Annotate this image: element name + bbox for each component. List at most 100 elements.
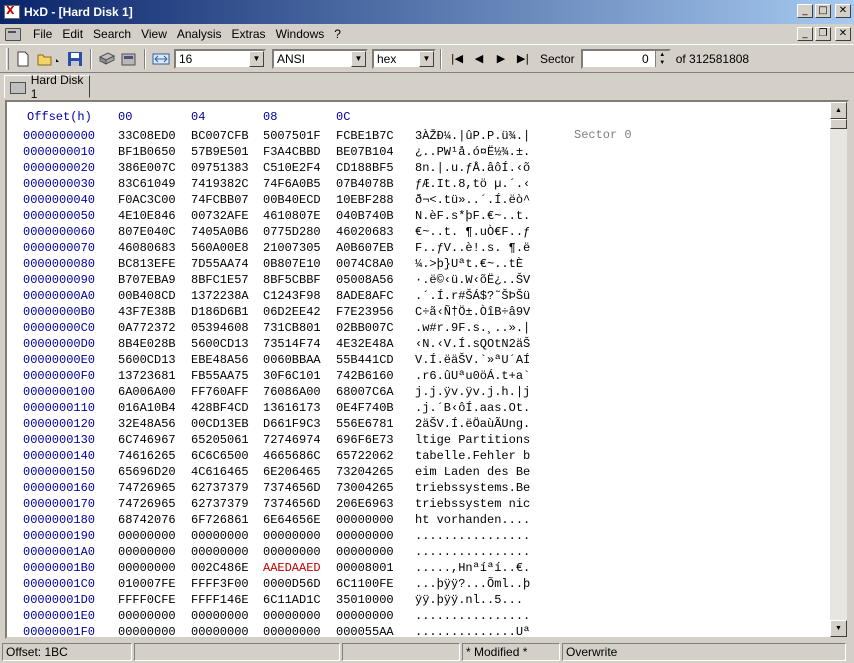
hex-bytes[interactable]: FB55AA75 [191,368,249,384]
text-bytes[interactable]: .w#r.9F.s.¸..».| [415,320,530,336]
text-bytes[interactable]: V.Í.ëäŠV.`»ªU´AÍ [415,352,530,368]
hex-bytes[interactable]: 00000000 [336,544,394,560]
hex-bytes[interactable]: 06D2EE42 [263,304,321,320]
text-bytes[interactable]: j.j.ÿv.ÿv.j.h.|j [415,384,530,400]
hex-row[interactable]: 0000000100 6A006A00 FF760AFF 76086A00 68007C… [7,384,807,400]
hex-row[interactable]: 00000000B0 43F7E38B D186D6B1 06D2EE42 F7E239… [7,304,807,320]
hex-bytes[interactable]: 00000000 [263,544,321,560]
hex-bytes[interactable]: 0060BBAA [263,352,321,368]
hex-bytes[interactable]: 0775D280 [263,224,321,240]
hex-bytes[interactable]: 6E64656E [263,512,321,528]
hex-bytes[interactable]: F0AC3C00 [118,192,176,208]
hex-bytes[interactable]: 65205061 [191,432,249,448]
hex-bytes[interactable]: 8BF5CBBF [263,272,321,288]
hex-row[interactable]: 00000000C0 0A772372 05394608 731CB801 02BB00… [7,320,807,336]
hex-bytes[interactable]: 4E32E48A [336,336,394,352]
hex-bytes[interactable]: 0B807E10 [263,256,321,272]
hex-bytes[interactable]: 7374656D [263,480,321,496]
hex-row[interactable]: 0000000180 68742076 6F726861 6E64656E 000000… [7,512,807,528]
menu-edit[interactable]: Edit [57,27,88,41]
hex-bytes[interactable]: 5007501F [263,128,321,144]
hex-bytes[interactable]: 00000000 [263,528,321,544]
hex-bytes[interactable]: 6C11AD1C [263,592,321,608]
last-sector-icon[interactable]: ▶| [512,48,534,70]
toolbar-grip[interactable] [6,47,9,70]
hex-bytes[interactable]: 83C61049 [118,176,176,192]
hex-bytes[interactable]: 206E6963 [336,496,394,512]
hex-bytes[interactable]: 07B4078B [336,176,394,192]
menu-search[interactable]: Search [88,27,136,41]
hex-row[interactable]: 00000000D0 8B4E028B 5600CD13 73514F74 4E32E4… [7,336,807,352]
hex-bytes[interactable]: FFFF146E [191,592,249,608]
text-bytes[interactable]: ..............Uª [415,624,530,637]
hex-row[interactable]: 0000000050 4E10E846 00732AFE 4610807E 040B74… [7,208,807,224]
text-bytes[interactable]: 8n.|.u.ƒÅ.âôÍ.‹õ [415,160,530,176]
document-icon[interactable] [4,26,22,42]
hex-bytes[interactable]: 00000000 [191,544,249,560]
hex-row[interactable]: 0000000190 00000000 00000000 00000000 000000… [7,528,807,544]
menu-analysis[interactable]: Analysis [172,27,227,41]
hex-bytes[interactable]: 807E040C [118,224,176,240]
hex-row[interactable]: 0000000020 386E007C 09751383 C510E2F4 CD188B… [7,160,807,176]
hex-bytes[interactable]: 00008001 [336,560,394,576]
hex-editor[interactable]: Offset(h) 00 04 08 0C Sector 0 000000000… [5,100,849,639]
hex-bytes[interactable]: CD188BF5 [336,160,394,176]
chevron-down-icon[interactable]: ▼ [351,50,366,67]
hex-bytes[interactable]: 46020683 [336,224,394,240]
hex-bytes[interactable]: 00732AFE [191,208,249,224]
hex-bytes[interactable]: 13616173 [263,400,321,416]
hex-bytes[interactable]: 7405A0B6 [191,224,249,240]
hex-bytes[interactable]: BF1B0650 [118,144,176,160]
doc-close-button[interactable]: ✕ [835,27,851,41]
text-bytes[interactable]: ¼.>þ}Uªt.€~..tÈ [415,256,530,272]
hex-bytes[interactable]: 8BFC1E57 [191,272,249,288]
hex-bytes[interactable]: 62737379 [191,480,249,496]
hex-bytes[interactable]: 6A006A00 [118,384,176,400]
hex-row[interactable]: 0000000030 83C61049 7419382C 74F6A0B5 07B407… [7,176,807,192]
hex-row[interactable]: 0000000160 74726965 62737379 7374656D 730042… [7,480,807,496]
text-bytes[interactable]: .j.´B‹ôÍ.aas.Ot. [415,400,530,416]
text-bytes[interactable]: ................ [415,528,530,544]
scroll-down-icon[interactable]: ▼ [830,620,847,637]
hex-bytes[interactable]: 0000D56D [263,576,321,592]
open-file-icon[interactable] [34,48,64,70]
scroll-up-icon[interactable]: ▲ [830,102,847,119]
hex-bytes[interactable]: 74726965 [118,496,176,512]
hex-bytes[interactable]: 8ADE8AFC [336,288,394,304]
hex-bytes[interactable]: 040B740B [336,208,394,224]
first-sector-icon[interactable]: |◀ [446,48,468,70]
hex-bytes[interactable]: 8B4E028B [118,336,176,352]
text-bytes[interactable]: N.èF.s*þF.€~..t. [415,208,530,224]
previous-sector-icon[interactable]: ◀ [468,48,490,70]
hex-bytes[interactable]: 428BF4CD [191,400,249,416]
text-bytes[interactable]: ht vorhanden.... [415,512,530,528]
hex-bytes[interactable]: 68007C6A [336,384,394,400]
text-bytes[interactable]: €~..t. ¶.uÒ€F..ƒ [415,224,530,240]
hex-bytes[interactable]: 7419382C [191,176,249,192]
hex-bytes[interactable]: 65696D20 [118,464,176,480]
close-button[interactable]: ✕ [835,4,851,18]
hex-row[interactable]: 0000000140 74616265 6C6C6500 4665686C 657220… [7,448,807,464]
hxd-app-icon[interactable] [4,4,20,19]
hex-bytes[interactable]: 02BB007C [336,320,394,336]
hex-bytes[interactable]: FCBE1B7C [336,128,394,144]
text-bytes[interactable]: ƒÆ.It.8,tö µ.´.‹ [415,176,530,192]
hex-row[interactable]: 0000000170 74726965 62737379 7374656D 206E69… [7,496,807,512]
hex-bytes[interactable]: 4610807E [263,208,321,224]
hex-row[interactable]: 0000000150 65696D20 4C616465 6E206465 732042… [7,464,807,480]
hex-row[interactable]: 0000000060 807E040C 7405A0B6 0775D280 460206… [7,224,807,240]
open-ram-icon[interactable] [118,48,140,70]
menu-extras[interactable]: Extras [227,27,271,41]
hex-bytes[interactable]: 00000000 [336,608,394,624]
menu-windows[interactable]: Windows [271,27,330,41]
hex-bytes[interactable]: 00000000 [191,528,249,544]
hex-bytes[interactable]: 00000000 [191,608,249,624]
hex-bytes[interactable]: 016A10B4 [118,400,176,416]
hex-bytes[interactable]: 696F6E73 [336,432,394,448]
hex-bytes[interactable]: 556E6781 [336,416,394,432]
hex-bytes[interactable]: 13723681 [118,368,176,384]
sector-number-input[interactable]: 0 ▲ ▼ [580,48,671,69]
hex-bytes[interactable]: 00000000 [191,624,249,637]
hex-bytes[interactable]: 4C616465 [191,464,249,480]
hex-bytes[interactable]: 73514F74 [263,336,321,352]
